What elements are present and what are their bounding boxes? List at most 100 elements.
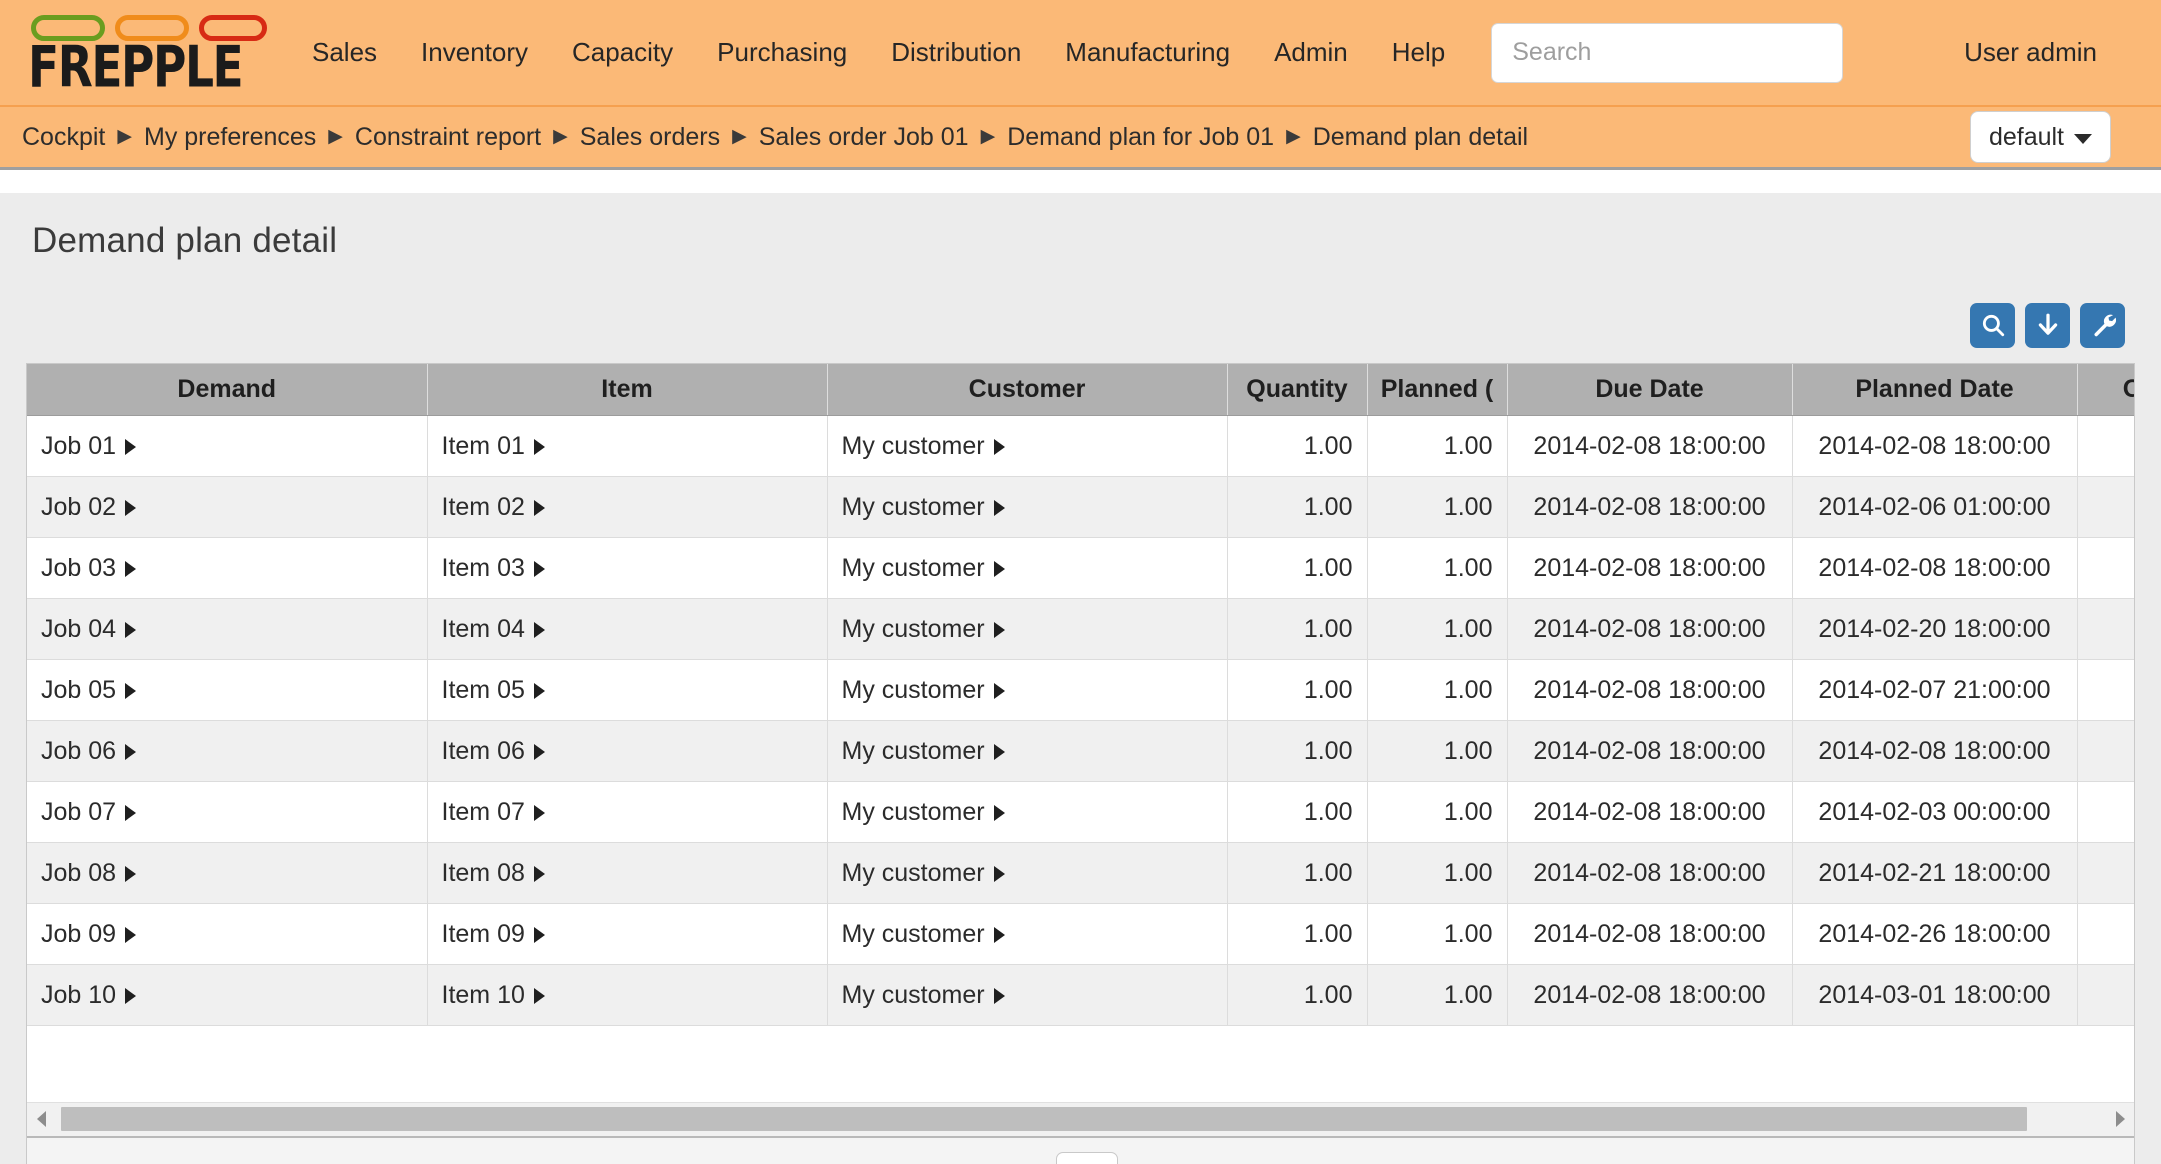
drilldown-arrow-icon[interactable] [993,560,1005,577]
cell-item[interactable]: Item 05 [427,659,828,722]
nav-item-distribution[interactable]: Distribution [869,27,1043,78]
page-number-input[interactable] [1055,1151,1118,1164]
column-header-demand[interactable]: Demand [27,363,428,417]
breadcrumb-item-cockpit[interactable]: Cockpit [22,123,105,152]
scroll-left-arrow-icon[interactable] [31,1105,51,1133]
cell-item[interactable]: Item 04 [427,598,828,661]
drilldown-arrow-icon[interactable] [125,804,137,821]
cell-customer[interactable]: My customer [827,598,1228,661]
drilldown-arrow-icon[interactable] [533,926,545,943]
cell-customer[interactable]: My customer [827,964,1228,1027]
cell-item[interactable]: Item 09 [427,903,828,966]
drilldown-arrow-icon[interactable] [993,987,1005,1004]
drilldown-arrow-icon[interactable] [533,682,545,699]
table-row[interactable]: Job 07 Item 07 My customer 1.00 1.00 2014-02-… [27,781,2134,844]
cell-item[interactable]: Item 10 [427,964,828,1027]
cell-demand[interactable]: Job 04 [27,598,428,661]
cell-item[interactable]: Item 02 [427,476,828,539]
last-page-button[interactable] [1249,1154,1295,1164]
drilldown-arrow-icon[interactable] [125,499,137,516]
table-row[interactable]: Job 03 Item 03 My customer 1.00 1.00 2014-02-… [27,537,2134,600]
cell-demand[interactable]: Job 02 [27,476,428,539]
drilldown-arrow-icon[interactable] [993,804,1005,821]
cell-demand[interactable]: Job 08 [27,842,428,905]
cell-customer[interactable]: My customer [827,903,1228,966]
column-header-customer[interactable]: Customer [827,363,1228,417]
column-header-item[interactable]: Item [427,363,828,417]
drilldown-arrow-icon[interactable] [533,438,545,455]
drilldown-arrow-icon[interactable] [125,438,137,455]
cell-demand[interactable]: Job 10 [27,964,428,1027]
scrollbar-track[interactable] [51,1107,2110,1132]
cell-demand[interactable]: Job 01 [27,415,428,478]
drilldown-arrow-icon[interactable] [125,743,137,760]
drilldown-arrow-icon[interactable] [993,682,1005,699]
cell-item[interactable]: Item 08 [427,842,828,905]
breadcrumb-item-sales-order-job-01[interactable]: Sales order Job 01 [759,123,969,152]
table-row[interactable]: Job 04 Item 04 My customer 1.00 1.00 2014-02-… [27,598,2134,661]
next-page-button[interactable] [1203,1154,1249,1164]
drilldown-arrow-icon[interactable] [993,926,1005,943]
breadcrumb-item-constraint-report[interactable]: Constraint report [355,123,541,152]
cell-demand[interactable]: Job 05 [27,659,428,722]
breadcrumb-item-demand-plan-detail[interactable]: Demand plan detail [1313,123,1528,152]
cell-customer[interactable]: My customer [827,781,1228,844]
drilldown-arrow-icon[interactable] [533,865,545,882]
cell-customer[interactable]: My customer [827,537,1228,600]
drilldown-arrow-icon[interactable] [533,621,545,638]
drilldown-arrow-icon[interactable] [533,987,545,1004]
cell-customer[interactable]: My customer [827,720,1228,783]
drilldown-arrow-icon[interactable] [125,987,137,1004]
column-header-due-date[interactable]: Due Date [1507,363,1793,417]
scenario-dropdown[interactable]: default [1969,111,2111,163]
drilldown-arrow-icon[interactable] [993,743,1005,760]
cell-item[interactable]: Item 07 [427,781,828,844]
previous-page-button[interactable] [912,1154,958,1164]
drilldown-arrow-icon[interactable] [125,865,137,882]
table-row[interactable]: Job 08 Item 08 My customer 1.00 1.00 2014-02-… [27,842,2134,905]
customize-button[interactable] [2080,302,2125,348]
column-header-planned-quantity[interactable]: Planned ( [1367,363,1508,417]
search-filter-button[interactable] [1970,302,2015,348]
column-header-planned-date[interactable]: Planned Date [1792,363,2078,417]
drilldown-arrow-icon[interactable] [125,682,137,699]
export-button[interactable] [2025,302,2070,348]
column-header-operation[interactable]: Ope [2077,363,2134,417]
cell-item[interactable]: Item 03 [427,537,828,600]
breadcrumb-item-demand-plan-job-01[interactable]: Demand plan for Job 01 [1007,123,1274,152]
nav-item-manufacturing[interactable]: Manufacturing [1043,27,1252,78]
cell-demand[interactable]: Job 09 [27,903,428,966]
drilldown-arrow-icon[interactable] [533,743,545,760]
cell-item[interactable]: Item 01 [427,415,828,478]
breadcrumb-item-sales-orders[interactable]: Sales orders [580,123,720,152]
drilldown-arrow-icon[interactable] [125,926,137,943]
cell-demand[interactable]: Job 06 [27,720,428,783]
table-row[interactable]: Job 09 Item 09 My customer 1.00 1.00 2014-02-… [27,903,2134,966]
breadcrumb-item-my-preferences[interactable]: My preferences [144,123,316,152]
first-page-button[interactable] [866,1154,912,1164]
drilldown-arrow-icon[interactable] [533,499,545,516]
cell-customer[interactable]: My customer [827,415,1228,478]
drilldown-arrow-icon[interactable] [533,804,545,821]
drilldown-arrow-icon[interactable] [125,560,137,577]
drilldown-arrow-icon[interactable] [125,621,137,638]
search-input[interactable] [1491,22,1844,83]
cell-demand[interactable]: Job 07 [27,781,428,844]
drilldown-arrow-icon[interactable] [993,621,1005,638]
table-row[interactable]: Job 01 Item 01 My customer 1.00 1.00 2014-02-… [27,415,2134,478]
column-header-quantity[interactable]: Quantity [1227,363,1368,417]
table-row[interactable]: Job 05 Item 05 My customer 1.00 1.00 2014-02-… [27,659,2134,722]
user-menu[interactable]: User admin [1964,37,2139,68]
table-row[interactable]: Job 06 Item 06 My customer 1.00 1.00 2014-02-… [27,720,2134,783]
nav-item-capacity[interactable]: Capacity [550,27,695,78]
cell-customer[interactable]: My customer [827,842,1228,905]
cell-customer[interactable]: My customer [827,476,1228,539]
nav-item-help[interactable]: Help [1370,27,1467,78]
drilldown-arrow-icon[interactable] [533,560,545,577]
drilldown-arrow-icon[interactable] [993,865,1005,882]
horizontal-scrollbar[interactable] [27,1101,2134,1136]
nav-item-inventory[interactable]: Inventory [399,27,550,78]
nav-item-admin[interactable]: Admin [1252,27,1370,78]
nav-item-purchasing[interactable]: Purchasing [695,27,869,78]
drilldown-arrow-icon[interactable] [993,499,1005,516]
